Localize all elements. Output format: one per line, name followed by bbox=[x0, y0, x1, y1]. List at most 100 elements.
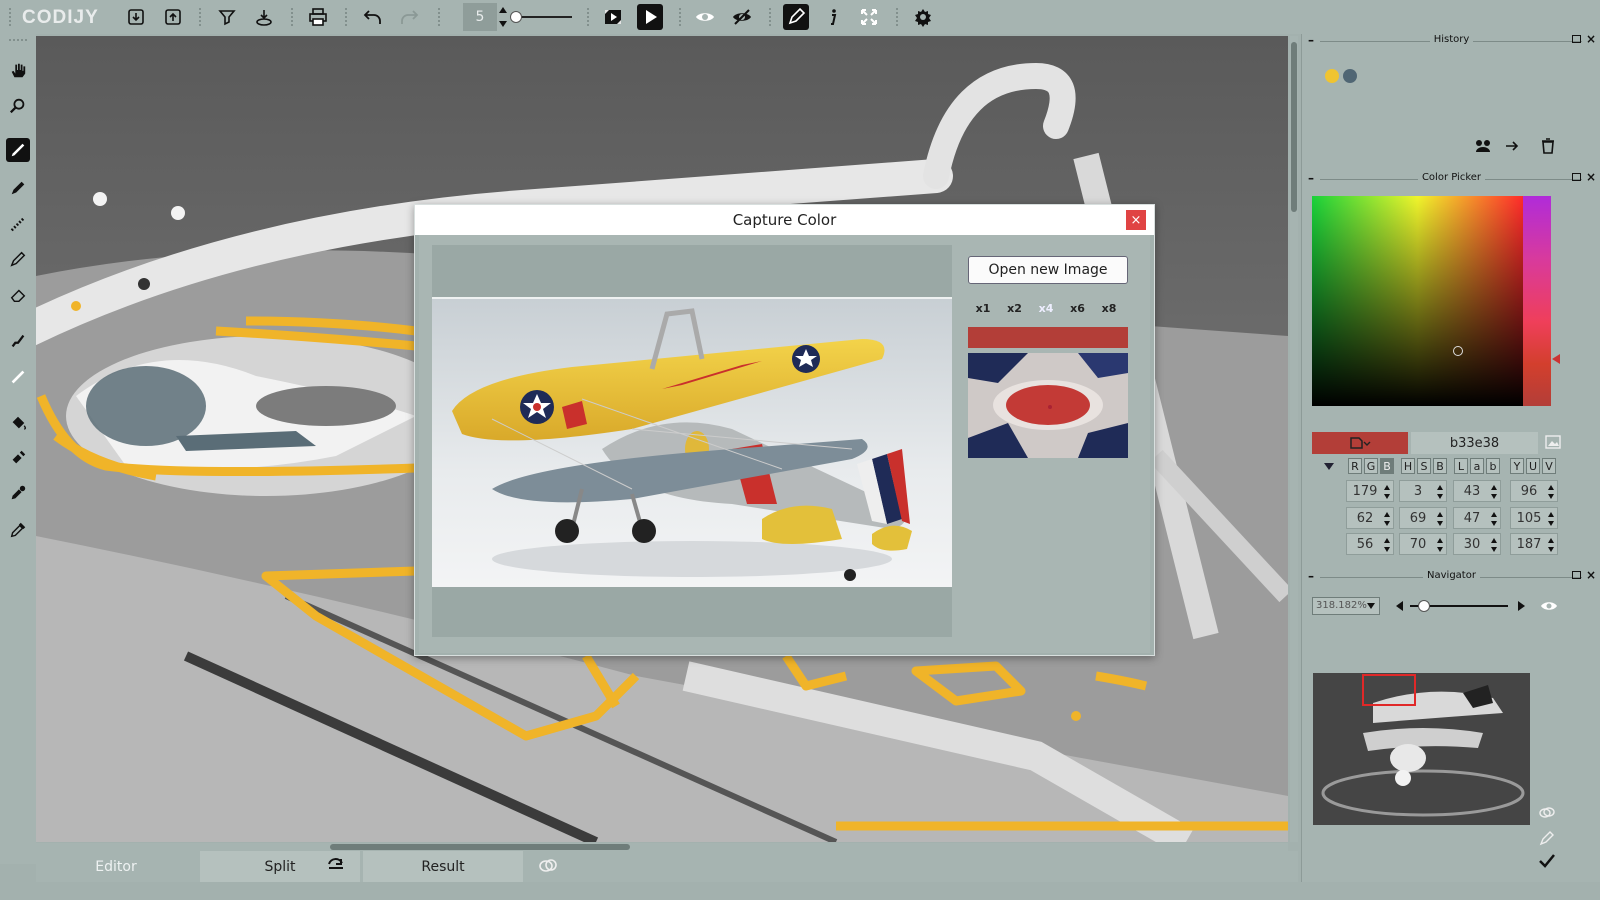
preview-film-button[interactable] bbox=[600, 4, 626, 30]
smudge-tool[interactable] bbox=[6, 329, 30, 353]
show-marks-button[interactable] bbox=[692, 4, 718, 30]
history-dot[interactable] bbox=[1325, 69, 1339, 83]
fit-screen-button[interactable] bbox=[856, 4, 882, 30]
color-value-spinbox[interactable]: 69 bbox=[1399, 507, 1447, 529]
color-marker[interactable] bbox=[1453, 346, 1463, 356]
channel-toggle[interactable]: L bbox=[1454, 458, 1468, 474]
pencil-tool[interactable] bbox=[6, 176, 30, 200]
toolbar-grip[interactable] bbox=[437, 7, 441, 27]
brush-size-slider-knob[interactable] bbox=[510, 11, 522, 23]
stepper-arrows-icon[interactable] bbox=[1491, 537, 1497, 553]
channel-toggle[interactable]: B bbox=[1380, 458, 1394, 474]
current-color-swatch[interactable] bbox=[1312, 432, 1408, 454]
brush-size-field[interactable]: 5 bbox=[463, 3, 497, 31]
export-button[interactable] bbox=[160, 4, 186, 30]
toolbar-grip[interactable] bbox=[8, 38, 28, 42]
compare-icon[interactable] bbox=[538, 857, 558, 875]
open-new-image-button[interactable]: Open new Image bbox=[968, 256, 1128, 284]
color-value-spinbox[interactable]: 187 bbox=[1510, 533, 1558, 555]
toolbar-grip[interactable] bbox=[586, 7, 590, 27]
zoom-in-arrow-icon[interactable] bbox=[1518, 601, 1525, 611]
undo-button[interactable] bbox=[360, 4, 386, 30]
close-icon[interactable]: × bbox=[1586, 33, 1596, 45]
float-icon[interactable] bbox=[1572, 173, 1581, 181]
color-value-spinbox[interactable]: 47 bbox=[1453, 507, 1501, 529]
zoom-x2-button[interactable]: x2 bbox=[1002, 299, 1028, 317]
color-value-spinbox[interactable]: 96 bbox=[1510, 480, 1558, 502]
eye-icon[interactable] bbox=[1540, 598, 1558, 614]
channel-toggle[interactable]: R bbox=[1348, 458, 1362, 474]
channels-toggle-icon[interactable] bbox=[1324, 463, 1334, 470]
color-value-spinbox[interactable]: 3 bbox=[1399, 480, 1447, 502]
eraser-tool[interactable] bbox=[6, 283, 30, 307]
scrollbar-thumb[interactable] bbox=[1291, 42, 1297, 212]
marker-tool[interactable] bbox=[6, 365, 30, 389]
zoom-out-arrow-icon[interactable] bbox=[1396, 601, 1403, 611]
stepper-arrows-icon[interactable] bbox=[1384, 484, 1390, 500]
history-dot[interactable] bbox=[1343, 69, 1357, 83]
color-saturation-field[interactable] bbox=[1312, 196, 1523, 406]
stepper-arrows-icon[interactable] bbox=[1384, 537, 1390, 553]
tab-editor[interactable]: Editor bbox=[36, 851, 196, 882]
hide-marks-button[interactable] bbox=[729, 4, 755, 30]
merge-icon[interactable] bbox=[1474, 137, 1492, 155]
float-icon[interactable] bbox=[1572, 35, 1581, 43]
stepper-arrows-icon[interactable] bbox=[1437, 484, 1443, 500]
zoom-x4-button[interactable]: x4 bbox=[1033, 299, 1059, 317]
trash-icon[interactable] bbox=[1539, 137, 1557, 155]
channel-toggle[interactable]: U bbox=[1526, 458, 1540, 474]
print-button[interactable] bbox=[305, 4, 331, 30]
stepper-arrows-icon[interactable] bbox=[1548, 511, 1554, 527]
color-value-spinbox[interactable]: 105 bbox=[1510, 507, 1558, 529]
color-replace-tool[interactable] bbox=[6, 481, 30, 505]
color-value-spinbox[interactable]: 43 bbox=[1453, 480, 1501, 502]
collapse-icon[interactable]: – bbox=[1308, 570, 1314, 582]
channel-toggle[interactable]: S bbox=[1417, 458, 1431, 474]
channel-toggle[interactable]: B bbox=[1433, 458, 1447, 474]
swap-icon[interactable] bbox=[326, 857, 346, 875]
zoom-slider-knob[interactable] bbox=[1417, 600, 1430, 612]
collapse-icon[interactable]: – bbox=[1308, 34, 1314, 46]
hue-slider[interactable] bbox=[1523, 196, 1551, 406]
stamp-tool[interactable] bbox=[6, 446, 30, 470]
scrollbar-thumb[interactable] bbox=[330, 844, 630, 850]
checkmark-icon[interactable] bbox=[1538, 852, 1556, 870]
toolbar-grip[interactable] bbox=[198, 7, 202, 27]
color-value-spinbox[interactable]: 30 bbox=[1453, 533, 1501, 555]
dotted-brush-tool[interactable] bbox=[6, 212, 30, 236]
color-value-spinbox[interactable]: 179 bbox=[1346, 480, 1394, 502]
canvas-vertical-scrollbar[interactable] bbox=[1290, 36, 1298, 842]
brush-tool[interactable] bbox=[6, 138, 30, 162]
toolbar-grip[interactable] bbox=[768, 7, 772, 27]
close-icon[interactable]: × bbox=[1586, 171, 1596, 183]
close-icon[interactable]: × bbox=[1586, 569, 1596, 581]
fill-tool[interactable] bbox=[6, 411, 30, 435]
redo-button[interactable] bbox=[396, 4, 422, 30]
channel-toggle[interactable]: H bbox=[1401, 458, 1415, 474]
stepper-arrows-icon[interactable] bbox=[1491, 484, 1497, 500]
hex-input[interactable]: b33e38 bbox=[1411, 432, 1538, 454]
reference-image[interactable] bbox=[432, 297, 952, 587]
image-icon[interactable] bbox=[1545, 434, 1561, 450]
pan-tool[interactable] bbox=[6, 58, 30, 82]
stepper-arrows-icon[interactable] bbox=[1491, 511, 1497, 527]
toolbar-grip[interactable] bbox=[290, 7, 294, 27]
pencil-icon[interactable] bbox=[1538, 829, 1556, 847]
zoom-x1-button[interactable]: x1 bbox=[970, 299, 996, 317]
settings-button[interactable] bbox=[910, 4, 936, 30]
hue-slider-handle[interactable] bbox=[1552, 354, 1560, 364]
brush-size-stepper[interactable] bbox=[498, 4, 508, 30]
line-brush-tool[interactable] bbox=[6, 247, 30, 271]
zoom-x6-button[interactable]: x6 bbox=[1065, 299, 1091, 317]
compare-icon[interactable] bbox=[1538, 804, 1556, 822]
channel-toggle[interactable]: b bbox=[1486, 458, 1500, 474]
edit-marks-button[interactable] bbox=[783, 4, 809, 30]
canvas-horizontal-scrollbar[interactable] bbox=[36, 843, 1288, 851]
float-icon[interactable] bbox=[1572, 571, 1581, 579]
zoom-tool[interactable] bbox=[6, 94, 30, 118]
close-button[interactable]: × bbox=[1126, 210, 1146, 230]
zoom-x8-button[interactable]: x8 bbox=[1096, 299, 1122, 317]
toolbar-grip[interactable] bbox=[895, 7, 899, 27]
channel-toggle[interactable]: a bbox=[1470, 458, 1484, 474]
stepper-arrows-icon[interactable] bbox=[1437, 537, 1443, 553]
